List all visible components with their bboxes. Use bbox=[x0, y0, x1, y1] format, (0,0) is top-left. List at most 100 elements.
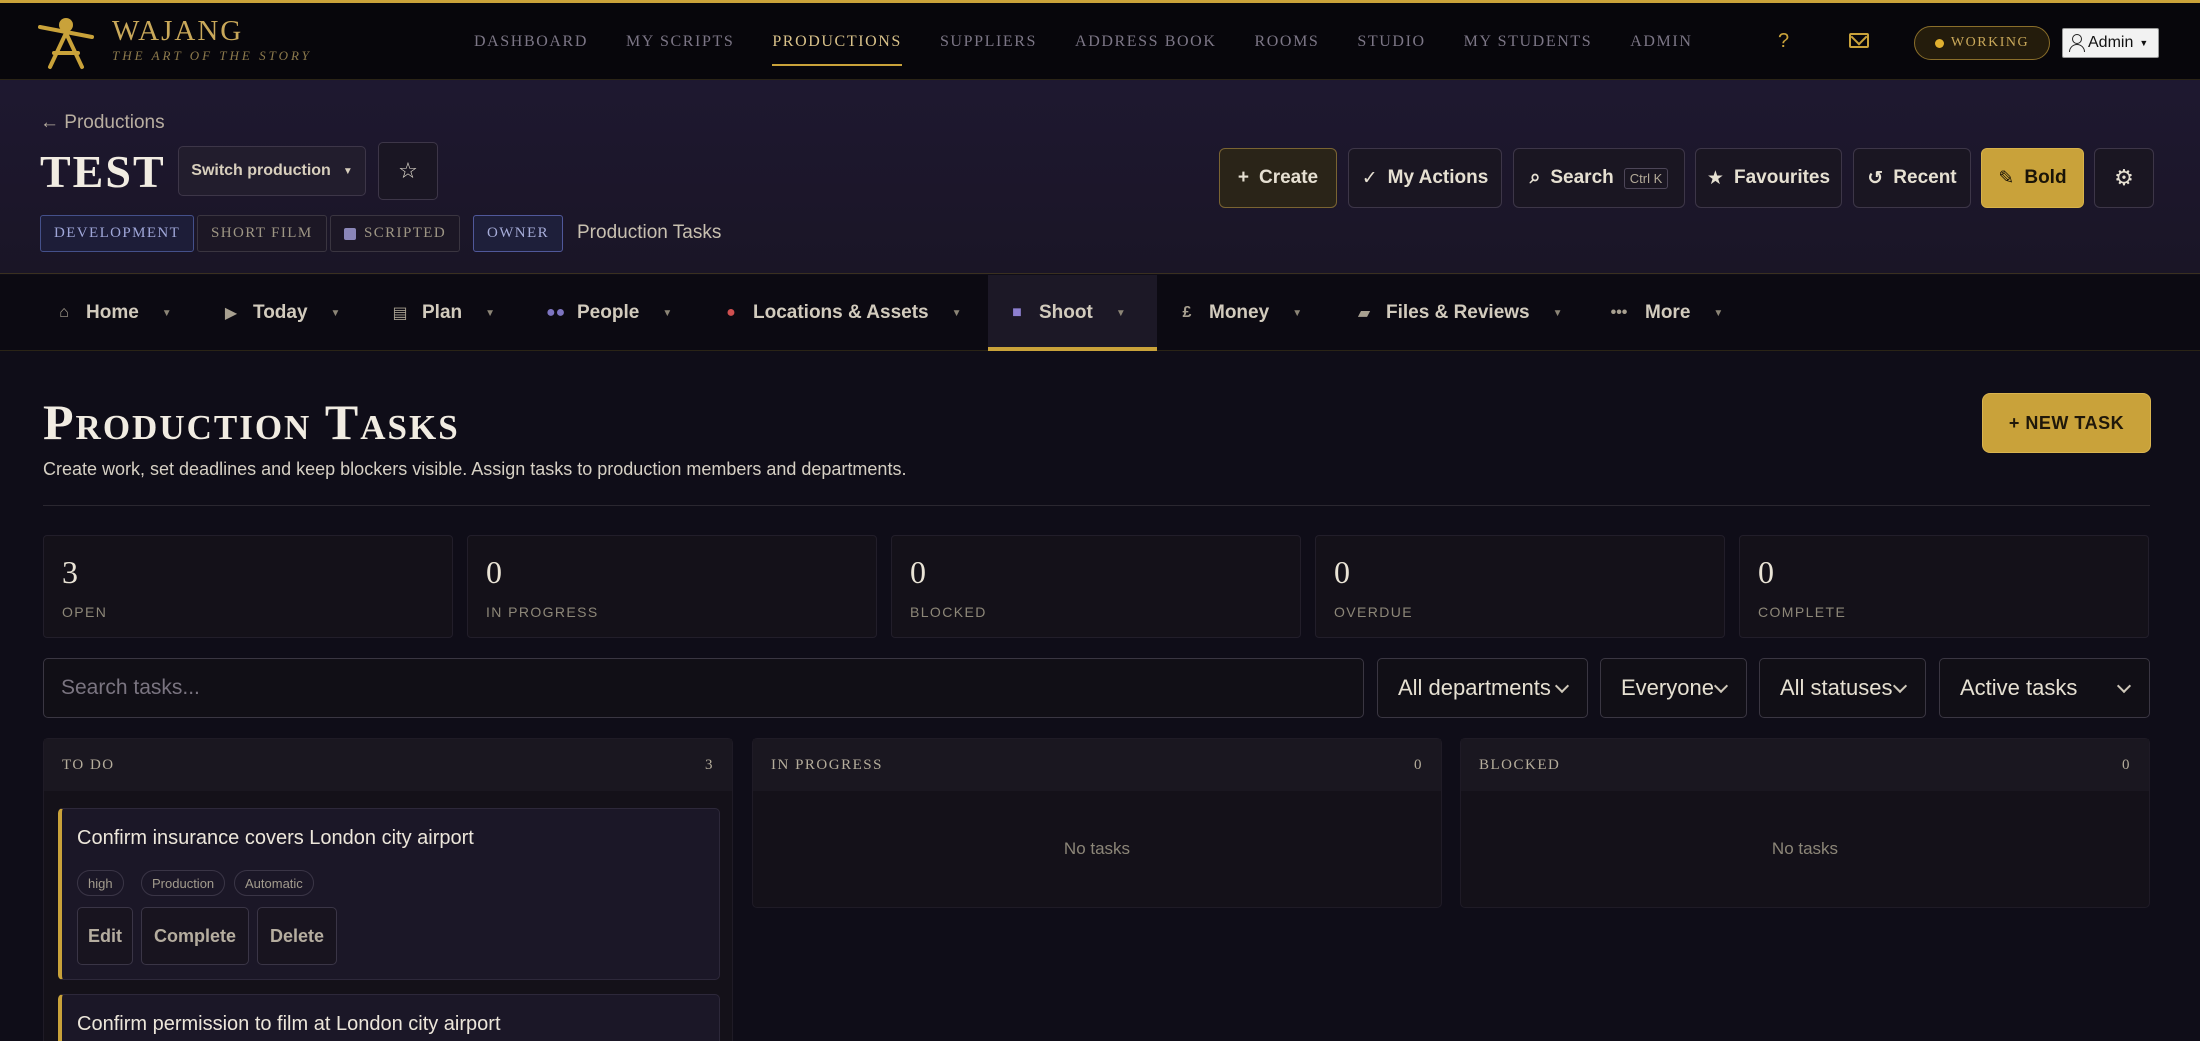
tab-money[interactable]: £ Money ▼ bbox=[1178, 275, 1313, 351]
status-select[interactable]: All statuses bbox=[1759, 658, 1926, 718]
tab-shoot[interactable]: ■ Shoot ▼ bbox=[988, 275, 1157, 351]
tab-more[interactable]: ••• More ▼ bbox=[1606, 275, 1736, 351]
status-dot-icon bbox=[1934, 38, 1944, 48]
tag-department: Production bbox=[141, 870, 226, 896]
nav-studio[interactable]: STUDIO bbox=[1338, 3, 1444, 80]
caret-down-icon: ▼ bbox=[1713, 307, 1724, 319]
nav-my-students[interactable]: MY STUDENTS bbox=[1445, 3, 1612, 80]
status-badge[interactable]: WORKING bbox=[1914, 26, 2050, 60]
column-header: TO DO 3 bbox=[44, 739, 732, 791]
tab-plan-label: Plan bbox=[422, 302, 463, 323]
tab-people[interactable]: ●● People ▼ bbox=[546, 275, 686, 351]
stat-label: OVERDUE bbox=[1334, 604, 1414, 620]
page-subtitle: Create work, set deadlines and keep bloc… bbox=[43, 459, 907, 479]
edit-task-button[interactable]: Edit bbox=[77, 907, 133, 965]
wajang-logo[interactable] bbox=[36, 13, 96, 71]
brand-name: WAJANG bbox=[112, 15, 244, 47]
department-select[interactable]: All departments bbox=[1377, 658, 1588, 718]
column-title: TO DO bbox=[62, 756, 115, 773]
new-task-button[interactable]: + NEW TASK bbox=[1983, 394, 2150, 452]
search-button[interactable]: ⌕ Search Ctrl K bbox=[1513, 148, 1685, 208]
camera-icon: ■ bbox=[1012, 304, 1022, 321]
home-icon: ⌂ bbox=[59, 304, 69, 321]
search-label: Search bbox=[1550, 167, 1614, 188]
stat-value: 0 bbox=[486, 554, 502, 590]
mail-icon[interactable] bbox=[1849, 33, 1869, 48]
task-search-input[interactable]: Search tasks... bbox=[43, 658, 1364, 718]
user-menu[interactable]: Admin ▼ bbox=[2062, 28, 2159, 58]
chevron-down-icon bbox=[1713, 678, 1729, 693]
caret-down-icon: ▼ bbox=[161, 307, 172, 319]
favourites-button[interactable]: ★ Favourites bbox=[1695, 148, 1842, 208]
caret-down-icon: ▼ bbox=[1115, 307, 1126, 319]
brand-tagline: THE ART OF THE STORY bbox=[112, 48, 312, 63]
nav-rooms[interactable]: ROOMS bbox=[1236, 3, 1339, 80]
tab-today[interactable]: ▶ Today ▼ bbox=[222, 275, 362, 351]
task-title[interactable]: Confirm insurance covers London city air… bbox=[77, 827, 474, 850]
settings-button[interactable]: ⚙ bbox=[2094, 148, 2154, 208]
task-title[interactable]: Confirm permission to film at London cit… bbox=[77, 1013, 501, 1036]
column-count: 0 bbox=[1414, 756, 1423, 773]
nav-my-scripts[interactable]: MY SCRIPTS bbox=[607, 3, 753, 80]
create-label: Create bbox=[1258, 167, 1319, 188]
task-card[interactable]: Confirm insurance covers London city air… bbox=[58, 808, 720, 980]
tab-locations-assets[interactable]: ● Locations & Assets ▼ bbox=[722, 275, 967, 351]
column-count: 0 bbox=[2122, 756, 2131, 773]
breadcrumb-current: Production Tasks bbox=[577, 222, 722, 243]
check-icon: ✓ bbox=[1361, 167, 1378, 189]
stat-blocked: 0 BLOCKED bbox=[891, 535, 1301, 638]
tab-files-reviews[interactable]: ▰ Files & Reviews ▼ bbox=[1355, 275, 1570, 351]
delete-task-button[interactable]: Delete bbox=[257, 907, 337, 965]
column-count: 3 bbox=[705, 756, 714, 773]
film-icon: ▰ bbox=[1357, 305, 1371, 322]
user-name: Admin bbox=[2088, 34, 2134, 51]
switch-production-button[interactable]: Switch production ▼ bbox=[178, 146, 366, 196]
help-icon[interactable]: ? bbox=[1778, 30, 1789, 53]
column-header: BLOCKED 0 bbox=[1461, 739, 2149, 791]
caret-down-icon: ▼ bbox=[1552, 307, 1563, 319]
play-icon: ▶ bbox=[224, 305, 238, 322]
tab-people-label: People bbox=[577, 302, 640, 323]
chip-development: DEVELOPMENT bbox=[40, 215, 195, 252]
pen-icon: ✎ bbox=[1998, 167, 2015, 189]
tab-plan[interactable]: ▤ Plan ▼ bbox=[391, 275, 511, 351]
column-in-progress: IN PROGRESS 0 No tasks bbox=[752, 738, 1442, 908]
column-title: BLOCKED bbox=[1479, 756, 1561, 773]
pin-icon: ● bbox=[726, 304, 736, 321]
clipboard-icon: ▤ bbox=[392, 305, 408, 322]
chevron-down-icon bbox=[2116, 678, 2132, 693]
stat-complete: 0 COMPLETE bbox=[1739, 535, 2149, 638]
nav-dashboard[interactable]: DASHBOARD bbox=[455, 3, 607, 80]
complete-task-button[interactable]: Complete bbox=[141, 907, 249, 965]
divider bbox=[43, 505, 2150, 506]
caret-down-icon: ▼ bbox=[2139, 38, 2149, 48]
search-icon: ⌕ bbox=[1529, 167, 1541, 188]
tab-money-label: Money bbox=[1209, 302, 1270, 323]
create-button[interactable]: + Create bbox=[1219, 148, 1337, 208]
back-to-productions-link[interactable]: ← Productions bbox=[40, 112, 165, 134]
recent-label: Recent bbox=[1893, 167, 1957, 188]
nav-productions[interactable]: PRODUCTIONS bbox=[753, 3, 921, 80]
tag-source: Automatic bbox=[234, 870, 314, 896]
chevron-down-icon bbox=[1892, 678, 1908, 693]
scope-select[interactable]: Active tasks bbox=[1939, 658, 2150, 718]
empty-state: No tasks bbox=[1771, 838, 1839, 858]
recent-button[interactable]: ↺ Recent bbox=[1853, 148, 1971, 208]
nav-admin[interactable]: ADMIN bbox=[1611, 3, 1711, 80]
bold-theme-button[interactable]: ✎ Bold bbox=[1981, 148, 2084, 208]
assignee-select[interactable]: Everyone bbox=[1600, 658, 1747, 718]
tab-locations-label: Locations & Assets bbox=[753, 302, 929, 323]
nav-suppliers[interactable]: SUPPLIERS bbox=[921, 3, 1056, 80]
my-actions-button[interactable]: ✓ My Actions bbox=[1348, 148, 1502, 208]
tab-home[interactable]: ⌂ Home ▼ bbox=[55, 275, 185, 351]
star-icon: ★ bbox=[1706, 167, 1724, 189]
chip-scripted: SCRIPTED bbox=[330, 215, 461, 252]
history-icon: ↺ bbox=[1867, 167, 1884, 189]
stat-open: 3 OPEN bbox=[43, 535, 453, 638]
task-card[interactable]: Confirm permission to film at London cit… bbox=[58, 994, 720, 1041]
column-title: IN PROGRESS bbox=[771, 756, 883, 773]
nav-address-book[interactable]: ADDRESS BOOK bbox=[1056, 3, 1235, 80]
chevron-down-icon bbox=[1554, 678, 1570, 693]
stat-label: OPEN bbox=[62, 604, 108, 620]
favourite-star-button[interactable]: ☆ bbox=[378, 142, 438, 200]
